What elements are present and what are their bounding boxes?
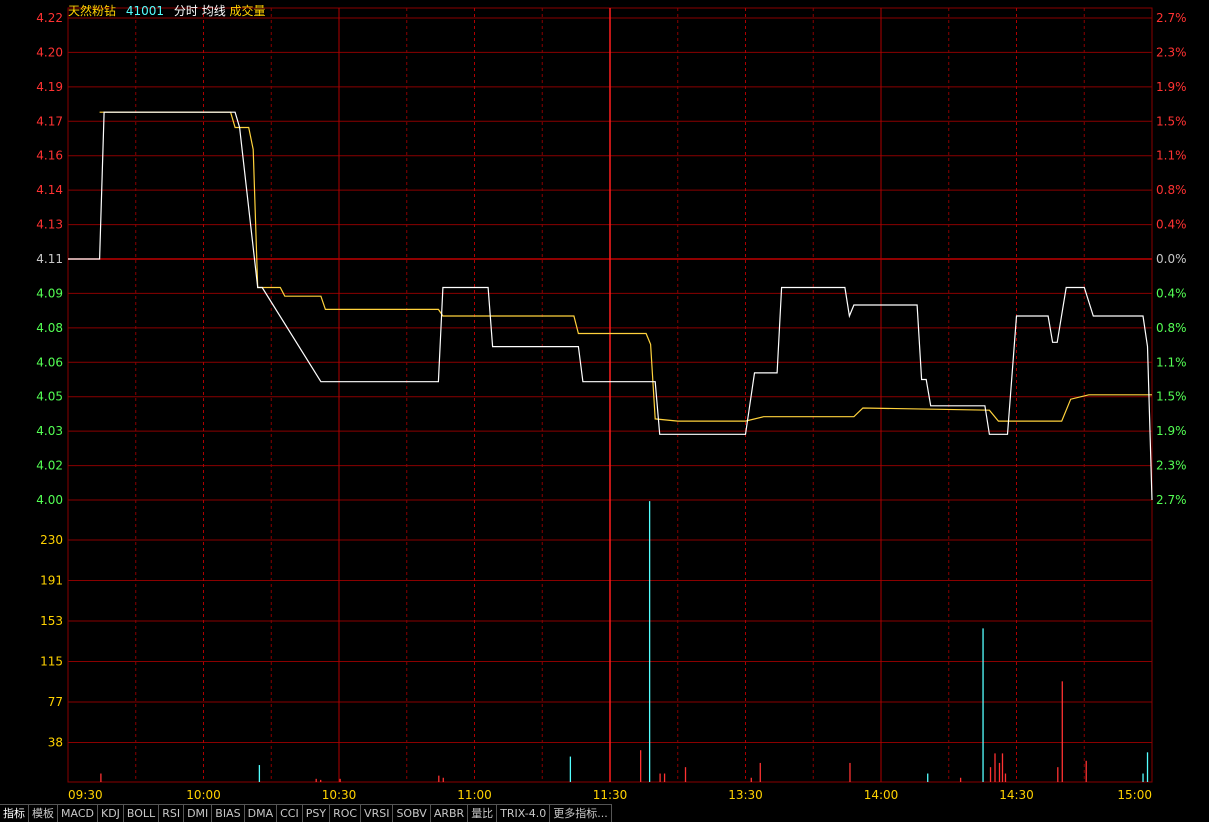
price-tick-label: 4.14 — [36, 183, 63, 197]
mode-label: 分时 — [173, 4, 198, 18]
indicator-tab[interactable]: DMI — [184, 804, 213, 822]
intraday-chart[interactable]: 4.22 2.7% 4.20 2.3% 4.19 1.9% 4.17 1.5% 4.16 1.1%… — [0, 0, 1209, 804]
indicator-tab[interactable]: MACD — [58, 804, 98, 822]
price-tick-label: 4.17 — [36, 114, 63, 128]
volume-tick-label: 38 — [48, 736, 63, 750]
indicator-tab[interactable]: PSY — [302, 804, 331, 822]
price-tick-label: 4.08 — [36, 321, 63, 335]
time-tick-label: 14:00 — [864, 788, 899, 802]
time-tick-label: 10:00 — [186, 788, 221, 802]
volume-label: 成交量 — [229, 4, 266, 18]
pct-tick-label: 2.7% — [1156, 11, 1187, 25]
price-tick-label: 4.22 — [36, 11, 63, 25]
time-tick-label: 15:00 — [1117, 788, 1152, 802]
pct-tick-label: 1.5% — [1156, 390, 1187, 404]
indicator-tab[interactable]: KDJ — [97, 804, 124, 822]
avg-label: 均线 — [201, 4, 226, 18]
price-tick-label: 4.16 — [36, 149, 63, 163]
chart-title: 天然粉钻 41001 分时 均线 成交量 — [68, 2, 266, 19]
avg-price-line — [99, 111, 1152, 422]
indicator-tab[interactable]: 更多指标... — [550, 804, 612, 822]
indicator-tab[interactable]: ROC — [330, 804, 362, 822]
indicator-tab[interactable]: 量比 — [468, 804, 498, 822]
time-tick-label: 11:30 — [593, 788, 628, 802]
price-tick-label: 4.00 — [36, 493, 63, 507]
indicator-tab[interactable]: RSI — [159, 804, 185, 822]
price-tick-label: 4.20 — [36, 45, 63, 59]
indicator-tab[interactable]: VRSI — [361, 804, 394, 822]
time-tick-label: 10:30 — [322, 788, 357, 802]
pct-tick-label: 1.1% — [1156, 149, 1187, 163]
price-tick-label: 4.06 — [36, 355, 63, 369]
pct-tick-label: 2.3% — [1156, 459, 1187, 473]
price-tick-label: 4.02 — [36, 459, 63, 473]
price-tick-label: 4.03 — [36, 424, 63, 438]
indicator-tab[interactable]: 模板 — [29, 804, 58, 822]
pct-tick-label: 1.9% — [1156, 424, 1187, 438]
price-tick-label: 4.13 — [36, 218, 63, 232]
pct-tick-label: 1.5% — [1156, 114, 1187, 128]
time-tick-label: 11:00 — [457, 788, 492, 802]
indicator-tab[interactable]: DMA — [244, 804, 278, 822]
indicator-tab[interactable]: BOLL — [123, 804, 160, 822]
volume-tick-label: 77 — [48, 695, 63, 709]
pct-tick-label: 0.4% — [1156, 286, 1187, 300]
volume-tick-label: 191 — [40, 574, 63, 588]
pct-tick-label: 1.1% — [1156, 355, 1187, 369]
price-tick-label: 4.05 — [36, 390, 63, 404]
volume-tick-label: 230 — [40, 533, 63, 547]
pct-tick-label: 2.3% — [1156, 45, 1187, 59]
indicator-toolbar: 指标 模板 MACD KDJ BOLL RSI DMI BIAS DMA CCI PSY ROC VRS… — [0, 804, 1209, 822]
time-tick-label: 14:30 — [999, 788, 1034, 802]
indicator-tab[interactable]: BIAS — [212, 804, 245, 822]
indicator-tab[interactable]: ARBR — [430, 804, 469, 822]
indicator-tab[interactable]: CCI — [277, 804, 303, 822]
pct-tick-label: 0.8% — [1156, 183, 1187, 197]
time-tick-label: 09:30 — [68, 788, 103, 802]
pct-tick-label: 2.7% — [1156, 493, 1187, 507]
pct-tick-label: 0.4% — [1156, 218, 1187, 232]
time-tick-label: 13:30 — [728, 788, 763, 802]
instrument-name: 天然粉钻 — [68, 4, 117, 18]
instrument-code: 41001 — [125, 4, 165, 18]
volume-tick-label: 153 — [40, 614, 63, 628]
price-tick-label: 4.09 — [36, 286, 63, 300]
pct-tick-label: 1.9% — [1156, 80, 1187, 94]
indicator-tab[interactable]: 指标 — [0, 804, 29, 822]
pct-tick-label: 0.8% — [1156, 321, 1187, 335]
pct-tick-label: 0.0% — [1156, 252, 1187, 266]
volume-tick-label: 115 — [40, 655, 63, 669]
price-tick-label: 4.11 — [36, 252, 63, 266]
price-tick-label: 4.19 — [36, 80, 63, 94]
indicator-tab[interactable]: SOBV — [393, 804, 431, 822]
indicator-tab[interactable]: TRIX-4.0 — [497, 804, 551, 822]
